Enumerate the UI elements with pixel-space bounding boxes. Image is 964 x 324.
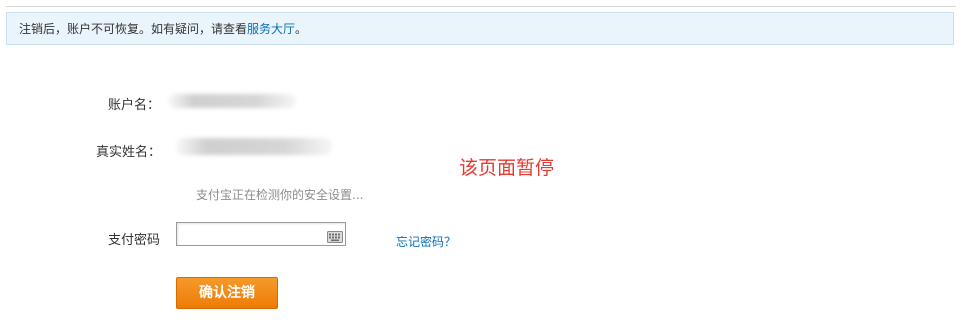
page-paused-text: 该页面暂停 [459, 157, 555, 179]
notice-banner: 注销后，账户不可恢复。如有疑问，请查看服务大厅。 [6, 12, 954, 45]
account-name-label: 账户名： [108, 98, 161, 113]
confirm-cancel-button[interactable]: 确认注销 [176, 277, 278, 309]
notice-end: 。 [295, 22, 308, 36]
real-name-value [176, 138, 332, 155]
keyboard-icon[interactable] [327, 228, 343, 243]
security-check-status: 支付宝正在检测你的安全设置... [196, 188, 364, 202]
payment-password-field[interactable] [176, 222, 346, 246]
cancel-account-page: 注销后，账户不可恢复。如有疑问，请查看服务大厅。 账户名： 真实姓名： 该页面暂… [0, 0, 964, 324]
payment-password-input[interactable] [179, 225, 319, 243]
notice-text: 注销后，账户不可恢复。如有疑问，请查看 [19, 22, 248, 36]
real-name-label: 真实姓名： [96, 145, 162, 160]
forgot-password-link[interactable]: 忘记密码？ [396, 233, 456, 250]
service-hall-link[interactable]: 服务大厅 [247, 22, 295, 36]
top-divider [6, 6, 956, 7]
account-name-value [168, 94, 296, 108]
payment-password-label: 支付密码 [108, 233, 161, 248]
